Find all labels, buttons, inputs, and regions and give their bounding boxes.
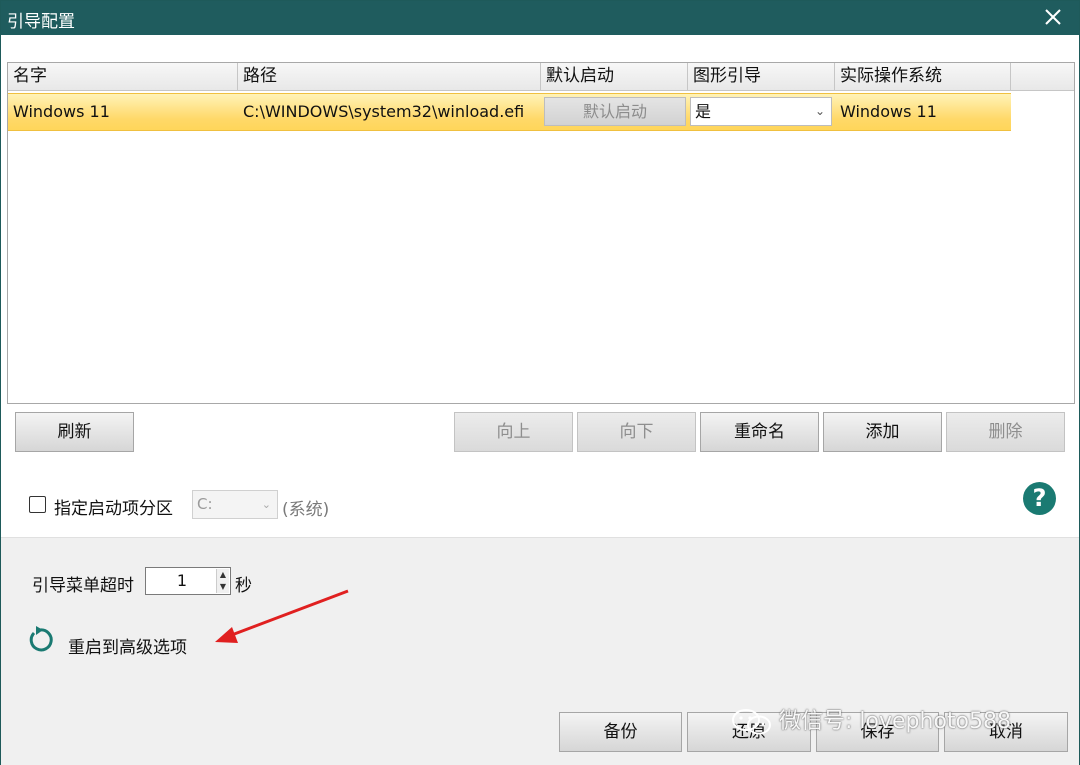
watermark: 微信号: lovephoto588 (729, 703, 1011, 737)
graphic-boot-select[interactable]: 是 ⌄ (690, 97, 832, 126)
timeout-label: 引导菜单超时 (32, 576, 134, 596)
red-arrow-icon (215, 589, 349, 643)
close-icon[interactable] (1041, 5, 1065, 29)
specify-partition-label: 指定启动项分区 (54, 499, 173, 519)
column-header-default[interactable]: 默认启动 (541, 63, 688, 90)
table-row[interactable]: Windows 11 C:\WINDOWS\system32\winload.e… (8, 93, 1011, 131)
entry-name: Windows 11 (13, 102, 110, 121)
title-bar: 引导配置 (1, 1, 1079, 35)
boot-config-window: 引导配置 名字 路径 默认启动 图形引导 实际操作系统 Windows 11 C… (0, 0, 1080, 765)
partition-suffix: (系统) (282, 500, 330, 520)
spin-up-icon[interactable]: ▲ (216, 569, 229, 581)
refresh-button[interactable]: 刷新 (15, 412, 134, 452)
help-icon[interactable]: ? (1023, 482, 1056, 515)
watermark-text: 微信号: lovephoto588 (779, 709, 1011, 734)
restart-advanced-link[interactable]: 重启到高级选项 (68, 633, 187, 658)
column-header-graphic[interactable]: 图形引导 (688, 63, 835, 90)
column-header-name[interactable]: 名字 (8, 63, 238, 90)
entry-path: C:\WINDOWS\system32\winload.efi (243, 102, 525, 121)
move-up-button[interactable]: 向上 (454, 412, 573, 452)
backup-button[interactable]: 备份 (559, 712, 682, 752)
set-default-button[interactable]: 默认启动 (544, 97, 686, 126)
entry-os: Windows 11 (840, 102, 937, 121)
delete-button[interactable]: 删除 (946, 412, 1065, 452)
chevron-down-icon: ⌄ (261, 498, 271, 511)
partition-select[interactable]: C: ⌄ (192, 490, 278, 519)
wechat-icon (732, 709, 771, 735)
move-down-button[interactable]: 向下 (577, 412, 696, 452)
column-header-os[interactable]: 实际操作系统 (835, 63, 1011, 90)
window-title: 引导配置 (7, 12, 75, 32)
boot-entries-table: 名字 路径 默认启动 图形引导 实际操作系统 Windows 11 C:\WIN… (7, 62, 1075, 404)
restart-icon[interactable] (25, 625, 55, 655)
table-header: 名字 路径 默认启动 图形引导 实际操作系统 (8, 63, 1074, 91)
rename-button[interactable]: 重命名 (700, 412, 819, 452)
column-header-path[interactable]: 路径 (238, 63, 541, 90)
chevron-down-icon: ⌄ (814, 104, 825, 118)
partition-value: C: (197, 495, 213, 513)
graphic-boot-value: 是 (695, 102, 712, 121)
specify-partition-checkbox[interactable] (29, 496, 46, 513)
add-button[interactable]: 添加 (823, 412, 942, 452)
